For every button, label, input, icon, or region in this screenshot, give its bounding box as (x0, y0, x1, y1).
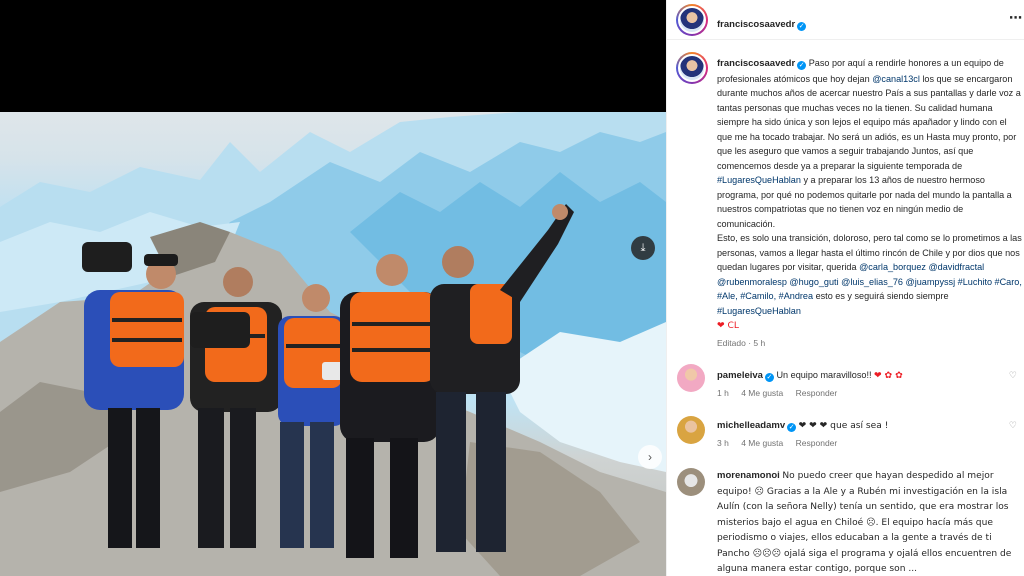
comment-username[interactable]: michelleadamv (717, 420, 785, 431)
comment-time: 3 h (717, 438, 729, 448)
verified-badge-icon: ✓ (797, 22, 807, 31)
comment-username[interactable]: pameleiva (717, 370, 763, 381)
hashtag-link[interactable]: #LugaresQueHablan (717, 175, 801, 185)
heart-icon[interactable]: ♡ (1009, 420, 1017, 431)
verified-badge-icon: ✓ (764, 373, 774, 382)
download-icon: ⤓ (640, 241, 646, 254)
post-header: franciscosaavedr ✓ ⋯ (667, 0, 1024, 40)
post-media: ⤓ › (0, 0, 666, 576)
chile-flag-emoji: ❤ CL (717, 321, 739, 331)
comment-likes[interactable]: 4 Me gusta (741, 388, 783, 398)
glacier-photo-illustration (0, 112, 666, 576)
author-username[interactable]: franciscosaavedr (717, 19, 795, 30)
caption-avatar[interactable] (676, 52, 708, 84)
caption-text: esto es y seguirá siendo siempre (813, 291, 949, 301)
avatar[interactable] (677, 364, 705, 392)
comment-username[interactable]: morenamonoi (717, 470, 780, 481)
download-button[interactable]: ⤓ (631, 236, 655, 260)
comment-text: No puedo creer que hayan despedido al me… (717, 471, 1012, 574)
reply-button[interactable]: Responder (796, 438, 838, 448)
caption-text: los que se encargaron durante muchos año… (717, 73, 1021, 171)
avatar[interactable] (677, 468, 705, 496)
comment-item: morenamonoi No puedo creer que hayan des… (667, 464, 1024, 576)
comment-text: ❤ ❤ ❤ que así sea ! (798, 421, 889, 431)
post-photo[interactable]: ⤓ › (0, 112, 666, 576)
next-media-button[interactable]: › (638, 445, 662, 469)
comment-text: Un equipo maravilloso!! (776, 370, 872, 380)
comment-item: michelleadamv ✓ ❤ ❤ ❤ que así sea ! 3 h 4… (667, 412, 1024, 464)
avatar[interactable] (677, 416, 705, 444)
chevron-right-icon: › (648, 450, 652, 464)
caption-username[interactable]: franciscosaavedr (717, 58, 795, 69)
mention-link[interactable]: @canal13cl (872, 74, 920, 84)
comment-emoji: ❤ ✿ ✿ (874, 371, 903, 381)
verified-badge-icon: ✓ (797, 61, 807, 70)
reply-button[interactable]: Responder (796, 388, 838, 398)
verified-badge-icon: ✓ (787, 423, 797, 432)
more-options-icon[interactable]: ⋯ (1009, 10, 1023, 26)
post-caption: franciscosaavedr ✓ Paso por aquí a rendir… (717, 56, 1023, 334)
edited-timestamp: Editado · 5 h (717, 338, 766, 348)
heart-icon[interactable]: ♡ (1009, 370, 1017, 381)
hashtag-link[interactable]: #LugaresQueHablan (717, 306, 801, 316)
avatar[interactable] (676, 4, 708, 36)
comment-likes[interactable]: 4 Me gusta (741, 438, 783, 448)
comment-time: 1 h (717, 388, 729, 398)
comment-item: pameleiva ✓ Un equipo maravilloso!! ❤ ✿ ✿… (667, 362, 1024, 412)
post-side-panel: franciscosaavedr ✓ ⋯ franciscosaavedr ✓ Pa… (666, 0, 1024, 576)
